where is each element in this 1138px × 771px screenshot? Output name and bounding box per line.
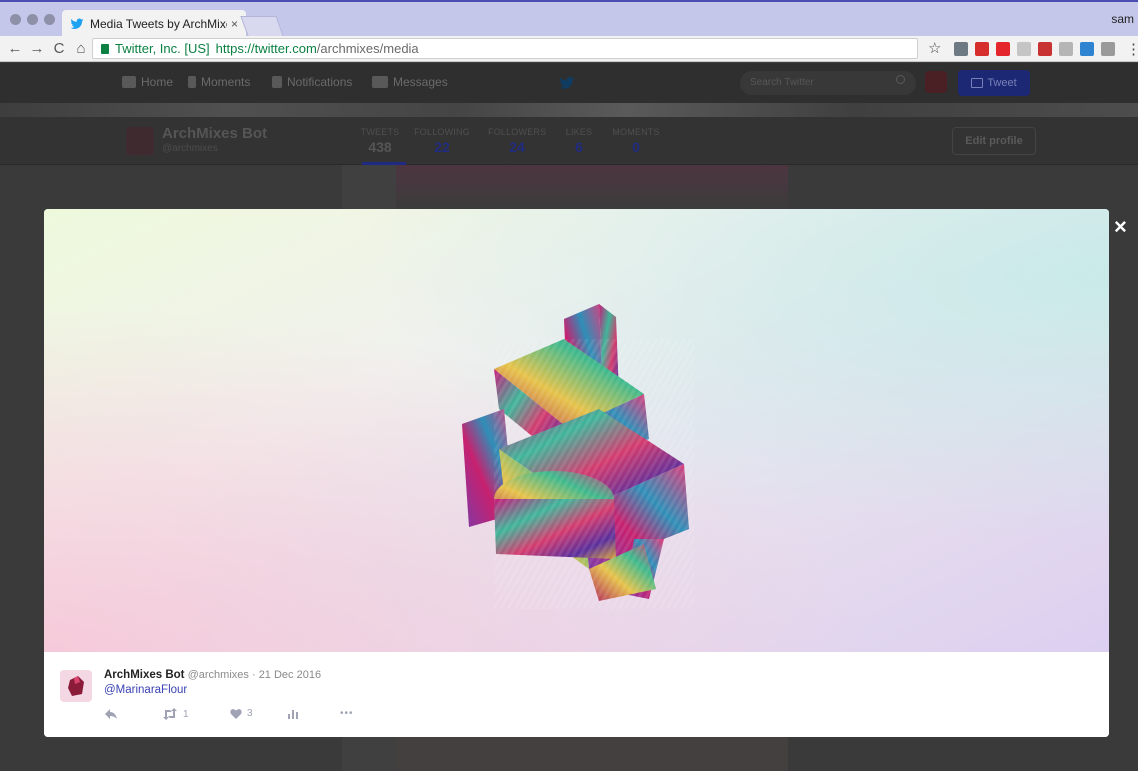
tweet-author-avatar[interactable] [60, 670, 92, 702]
avatar[interactable] [925, 71, 947, 93]
extension-icon[interactable] [1059, 42, 1073, 56]
retweet-icon [163, 708, 177, 720]
compose-icon [971, 78, 984, 88]
stat-value: 438 [368, 139, 392, 155]
nav-moments-label: Moments [201, 75, 251, 89]
retweet-count: 1 [183, 708, 189, 720]
lightning-icon [188, 76, 196, 88]
tab-title: Media Tweets by ArchMixes Bo [90, 17, 227, 31]
twitter-bird-icon [70, 18, 84, 30]
profile-header-image [0, 103, 1138, 117]
extension-icon[interactable] [1017, 42, 1031, 56]
tweet-button-label: Tweet [987, 77, 1017, 89]
extension-icon[interactable] [1038, 42, 1052, 56]
tweet-author-name[interactable]: ArchMixes Bot [104, 669, 185, 681]
architecture-render-image [462, 304, 694, 609]
twitter-logo-icon[interactable] [559, 76, 575, 90]
heart-icon [230, 709, 242, 719]
media-modal: ArchMixes Bot @archmixes · 21 Dec 2016 @… [44, 209, 1109, 737]
tweet-author-handle[interactable]: @archmixes [188, 669, 249, 681]
stat-value: 24 [509, 139, 525, 155]
stat-moments[interactable]: MOMENTS 0 [612, 127, 660, 155]
tab-strip: Media Tweets by ArchMixes Bo × sam [0, 0, 1138, 38]
retweet-button[interactable]: 1 [162, 708, 189, 720]
nav-home[interactable]: Home [122, 75, 173, 89]
home-icon[interactable]: ⌂ [70, 40, 92, 57]
bell-icon [272, 76, 282, 88]
compose-tweet-button[interactable]: Tweet [958, 70, 1030, 96]
nav-notifications-label: Notifications [287, 75, 353, 89]
profile-handle: @archmixes [162, 143, 218, 154]
stat-label: TWEETS [360, 127, 400, 137]
browser-toolbar: ← → C ⌂ Twitter, Inc. [US] https://twitt… [0, 36, 1138, 62]
extension-icon[interactable] [954, 42, 968, 56]
tab-close-icon[interactable]: × [231, 17, 238, 31]
browser-tab-active[interactable]: Media Tweets by ArchMixes Bo × [62, 10, 246, 38]
more-options-button[interactable]: ••• [340, 708, 354, 719]
reply-button[interactable] [104, 708, 118, 720]
window-close-button[interactable] [10, 14, 21, 25]
nav-moments[interactable]: Moments [188, 75, 250, 89]
stat-following[interactable]: FOLLOWING 22 [414, 127, 470, 155]
like-count: 3 [247, 708, 253, 719]
browser-profile-label[interactable]: sam [1111, 12, 1134, 26]
security-label: Twitter, Inc. [US] [115, 41, 210, 56]
tweet-header: ArchMixes Bot @archmixes · 21 Dec 2016 [104, 669, 321, 681]
extension-icon[interactable] [1101, 42, 1115, 56]
media-image[interactable] [44, 209, 1109, 652]
search-icon[interactable] [896, 75, 905, 84]
stat-followers[interactable]: FOLLOWERS 24 [488, 127, 546, 155]
bookmark-star-icon[interactable]: ☆ [928, 39, 941, 57]
tweet-separator: · [251, 669, 256, 681]
reload-icon[interactable]: C [48, 40, 70, 57]
browser-menu-icon[interactable]: ⋮ [1126, 40, 1138, 58]
media-thumbnail[interactable] [396, 165, 788, 209]
archmixes-avatar-icon [68, 676, 84, 696]
nav-messages-label: Messages [393, 75, 448, 89]
reply-icon [105, 709, 117, 719]
edit-profile-button[interactable]: Edit profile [952, 127, 1036, 155]
stat-label: FOLLOWING [414, 127, 470, 137]
stat-value: 6 [575, 139, 583, 155]
search-input[interactable]: Search Twitter [740, 71, 916, 95]
tweet-details: ArchMixes Bot @archmixes · 21 Dec 2016 @… [44, 652, 1109, 737]
profile-name[interactable]: ArchMixes Bot [162, 125, 267, 142]
stat-value: 0 [632, 139, 640, 155]
nav-notifications[interactable]: Notifications [272, 75, 352, 89]
home-nav-icon [122, 76, 136, 88]
extension-icon[interactable] [1080, 42, 1094, 56]
stat-likes[interactable]: LIKES 6 [564, 127, 594, 155]
stat-label: MOMENTS [612, 127, 660, 137]
new-tab-button[interactable] [240, 16, 284, 36]
tweet-mention-link[interactable]: @MarinaraFlour [104, 684, 187, 696]
nav-messages[interactable]: Messages [372, 75, 448, 89]
url-base: https://twitter.com [215, 41, 317, 56]
browser-window: Media Tweets by ArchMixes Bo × sam ← → C… [0, 0, 1138, 771]
bar-chart-icon [288, 710, 298, 719]
forward-arrow-icon[interactable]: → [26, 40, 48, 57]
window-zoom-button[interactable] [44, 14, 55, 25]
close-modal-icon[interactable]: × [1114, 214, 1127, 240]
stat-label: FOLLOWERS [488, 127, 547, 137]
analytics-button[interactable] [288, 708, 298, 719]
profile-nav: ArchMixes Bot @archmixes TWEETS 438 FOLL… [0, 117, 1138, 165]
twitter-top-nav: Home Moments Notifications Messages Sear… [0, 63, 1138, 103]
address-bar[interactable]: Twitter, Inc. [US] https://twitter.com/a… [92, 38, 918, 59]
extension-icon[interactable] [996, 42, 1010, 56]
nav-home-label: Home [141, 75, 174, 89]
url-path: /archmixes/media [316, 41, 419, 56]
lock-icon [101, 43, 109, 54]
profile-avatar[interactable] [126, 127, 154, 155]
stat-label: LIKES [565, 127, 593, 137]
stat-tweets[interactable]: TWEETS 438 [358, 127, 402, 155]
extension-icon[interactable] [975, 42, 989, 56]
tweet-date[interactable]: 21 Dec 2016 [259, 669, 321, 681]
envelope-icon [372, 76, 388, 88]
back-arrow-icon[interactable]: ← [4, 40, 26, 57]
like-button[interactable]: 3 [230, 708, 253, 719]
window-minimize-button[interactable] [27, 14, 38, 25]
stat-value: 22 [434, 139, 450, 155]
